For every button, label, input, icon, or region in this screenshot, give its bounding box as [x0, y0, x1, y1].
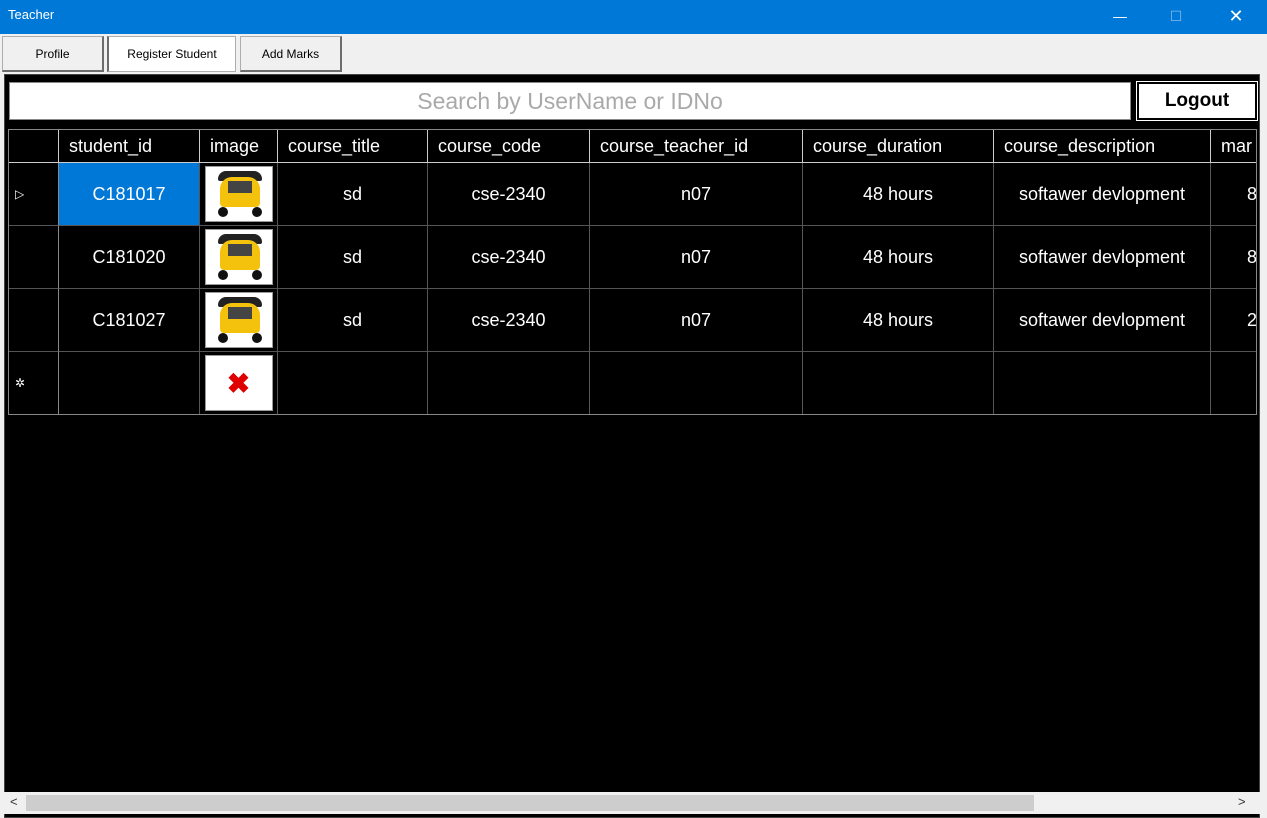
cell-image[interactable]: [200, 163, 278, 226]
column-header-image[interactable]: image: [200, 130, 278, 163]
cell-course-teacher-id[interactable]: n07: [590, 289, 803, 352]
cell-course-description[interactable]: softawer devlopment: [994, 289, 1211, 352]
table-row[interactable]: C181027 sd cse-2340 n07 48 hours softawe…: [9, 289, 1256, 352]
scrollbar-thumb[interactable]: [26, 795, 1034, 811]
cell-course-code[interactable]: cse-2340: [428, 163, 590, 226]
cell-student-id[interactable]: C181020: [59, 226, 200, 289]
cell-course-duration[interactable]: [803, 352, 994, 414]
cell-course-teacher-id[interactable]: n07: [590, 163, 803, 226]
row-header[interactable]: [9, 226, 59, 289]
cell-student-id[interactable]: [59, 352, 200, 414]
new-row-marker-icon[interactable]: ✲: [9, 352, 59, 414]
tab-profile[interactable]: Profile: [2, 36, 104, 72]
cell-image[interactable]: [200, 289, 278, 352]
auto-rickshaw-image: [204, 292, 273, 348]
cell-course-duration[interactable]: 48 hours: [803, 226, 994, 289]
tab-strip: Profile Register Student Add Marks: [0, 34, 1267, 72]
main-panel: Search by UserName or IDNo Logout studen…: [4, 74, 1260, 818]
horizontal-scrollbar[interactable]: < >: [4, 792, 1260, 814]
cell-course-description[interactable]: softawer devlopment: [994, 163, 1211, 226]
grid-header: student_id image course_title course_cod…: [9, 130, 1256, 163]
cell-course-description[interactable]: softawer devlopment: [994, 226, 1211, 289]
scroll-right-icon[interactable]: >: [1238, 794, 1246, 809]
cell-course-code[interactable]: cse-2340: [428, 226, 590, 289]
data-grid[interactable]: student_id image course_title course_cod…: [8, 129, 1257, 415]
column-header-student-id[interactable]: student_id: [59, 130, 200, 163]
scroll-left-icon[interactable]: <: [10, 794, 18, 809]
table-row[interactable]: ▷ C181017 sd cse-2340 n07 48 hours softa…: [9, 163, 1256, 226]
cell-student-id[interactable]: C181017: [59, 163, 200, 226]
cell-course-duration[interactable]: 48 hours: [803, 289, 994, 352]
cell-course-duration[interactable]: 48 hours: [803, 163, 994, 226]
cell-course-title[interactable]: [278, 352, 428, 414]
cell-course-code[interactable]: [428, 352, 590, 414]
auto-rickshaw-image: [204, 229, 273, 285]
table-row[interactable]: C181020 sd cse-2340 n07 48 hours softawe…: [9, 226, 1256, 289]
close-icon[interactable]: ✕: [1213, 0, 1259, 32]
cell-course-code[interactable]: cse-2340: [428, 289, 590, 352]
cell-marks[interactable]: [1211, 352, 1256, 414]
column-header-course-title[interactable]: course_title: [278, 130, 428, 163]
cell-course-title[interactable]: sd: [278, 289, 428, 352]
tab-register-student[interactable]: Register Student: [107, 36, 236, 72]
cell-course-teacher-id[interactable]: [590, 352, 803, 414]
title-bar: Teacher — ☐ ✕: [0, 0, 1267, 34]
broken-image-icon: ✖: [204, 355, 273, 411]
cell-marks[interactable]: 8: [1211, 163, 1256, 226]
column-header-marks[interactable]: mar: [1211, 130, 1256, 163]
search-input[interactable]: Search by UserName or IDNo: [9, 82, 1131, 120]
column-header-course-description[interactable]: course_description: [994, 130, 1211, 163]
column-header-course-duration[interactable]: course_duration: [803, 130, 994, 163]
window-title: Teacher: [8, 7, 55, 22]
cell-image[interactable]: [200, 226, 278, 289]
maximize-icon[interactable]: ☐: [1153, 0, 1199, 32]
new-row[interactable]: ✲ ✖: [9, 352, 1256, 414]
tab-add-marks[interactable]: Add Marks: [240, 36, 342, 72]
row-header-current[interactable]: ▷: [9, 163, 59, 226]
column-header-course-teacher-id[interactable]: course_teacher_id: [590, 130, 803, 163]
cell-course-title[interactable]: sd: [278, 226, 428, 289]
cell-marks[interactable]: 2: [1211, 289, 1256, 352]
auto-rickshaw-image: [204, 166, 273, 222]
cell-student-id[interactable]: C181027: [59, 289, 200, 352]
cell-course-title[interactable]: sd: [278, 163, 428, 226]
cell-image[interactable]: ✖: [200, 352, 278, 414]
row-header[interactable]: [9, 289, 59, 352]
cell-marks[interactable]: 8: [1211, 226, 1256, 289]
column-header-course-code[interactable]: course_code: [428, 130, 590, 163]
cell-course-teacher-id[interactable]: n07: [590, 226, 803, 289]
cell-course-description[interactable]: [994, 352, 1211, 414]
logout-button[interactable]: Logout: [1136, 81, 1258, 121]
header-corner: [9, 130, 59, 163]
minimize-icon[interactable]: —: [1097, 0, 1143, 32]
